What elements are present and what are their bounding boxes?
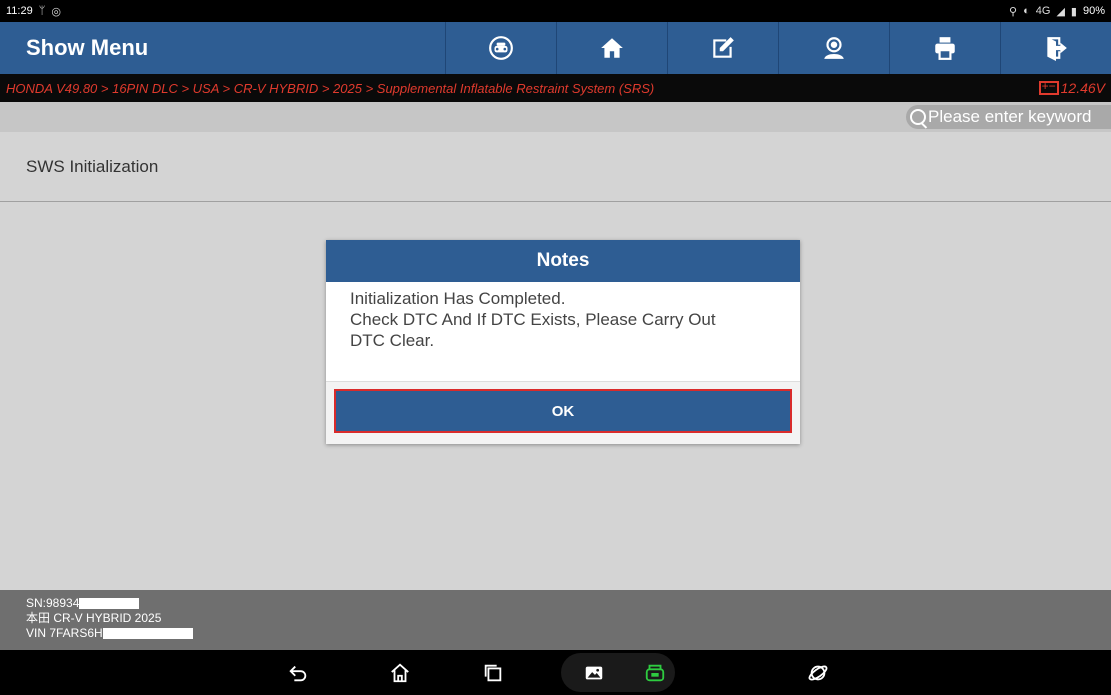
home-icon (601, 38, 623, 58)
vehicle-button[interactable] (445, 22, 556, 74)
app-toolbar: Show Menu (0, 22, 1111, 74)
home-nav-button[interactable] (380, 650, 420, 695)
browser-button[interactable] (798, 650, 838, 695)
exit-button[interactable] (1000, 22, 1111, 74)
redaction-bar (79, 598, 140, 609)
vehicle-model: 本田 CR-V HYBRID 2025 (26, 611, 162, 625)
back-icon (289, 665, 307, 681)
print-button[interactable] (889, 22, 1000, 74)
car-battery-icon (1038, 79, 1059, 95)
voltage-indicator: 12.46V (1038, 79, 1105, 96)
breadcrumb: HONDA V49.80 > 16PIN DLC > USA > CR-V HY… (0, 74, 1111, 102)
print-icon (935, 37, 955, 60)
search-row: Please enter keyword (0, 102, 1111, 132)
search-input[interactable]: Please enter keyword (906, 105, 1111, 129)
network-icon: 4G (1035, 5, 1051, 17)
dialog-message: Initialization Has Completed. Check DTC … (326, 282, 800, 381)
notes-dialog: Notes Initialization Has Completed. Chec… (326, 240, 800, 444)
battery-icon: ▮ (1070, 5, 1077, 18)
dialog-footer: OK (326, 381, 800, 444)
edit-icon (713, 37, 734, 58)
dialog-line: Check DTC And If DTC Exists, Please Carr… (350, 310, 716, 329)
support-button[interactable] (778, 22, 889, 74)
exit-icon (1047, 37, 1067, 61)
search-placeholder: Please enter keyword (928, 107, 1092, 126)
location-icon: ⚲ (1009, 5, 1018, 18)
edit-button[interactable] (667, 22, 778, 74)
dialog-line: DTC Clear. (350, 331, 435, 350)
status-bar: 11:29 ᛘ ◎ ⚲ ◐ 4G ◢ ▮ 90% (0, 0, 1111, 22)
vci-icon (645, 664, 665, 681)
message-icon: ◎ (51, 5, 61, 18)
sync-icon: ◐ (1023, 5, 1030, 17)
battery-level: 90% (1082, 5, 1105, 17)
vehicle-icon (489, 36, 513, 60)
vin-number: VIN 7FARS6H (26, 626, 103, 640)
breadcrumb-path: HONDA V49.80 > 16PIN DLC > USA > CR-V HY… (6, 80, 655, 96)
home-button[interactable] (556, 22, 667, 74)
vci-button[interactable] (635, 650, 675, 695)
back-button[interactable] (278, 650, 318, 695)
ok-button[interactable]: OK (334, 389, 792, 433)
usb-icon: ᛘ (38, 5, 46, 17)
voltage-value: 12.46V (1060, 80, 1105, 96)
dialog-title: Notes (326, 240, 800, 282)
system-nav-bar (0, 650, 1111, 695)
status-time: 11:29 (6, 5, 33, 17)
support-icon (824, 37, 844, 59)
menu-item-sws-initialization[interactable]: SWS Initialization (0, 132, 1111, 202)
serial-number: SN:98934 (26, 596, 80, 610)
page-title: Show Menu (26, 35, 149, 60)
search-icon (910, 109, 926, 125)
recents-button[interactable] (473, 650, 513, 695)
home-outline-icon (391, 663, 409, 682)
planet-icon (808, 665, 828, 680)
signal-icon: ◢ (1056, 5, 1065, 18)
recents-icon (484, 664, 502, 681)
vehicle-info-bar: SN:98934 本田 CR-V HYBRID 2025 VIN 7FARS6H (0, 590, 1111, 650)
screenshot-button[interactable] (574, 650, 614, 695)
dialog-line: Initialization Has Completed. (350, 289, 566, 308)
image-icon (585, 666, 603, 679)
redaction-bar (102, 628, 193, 639)
